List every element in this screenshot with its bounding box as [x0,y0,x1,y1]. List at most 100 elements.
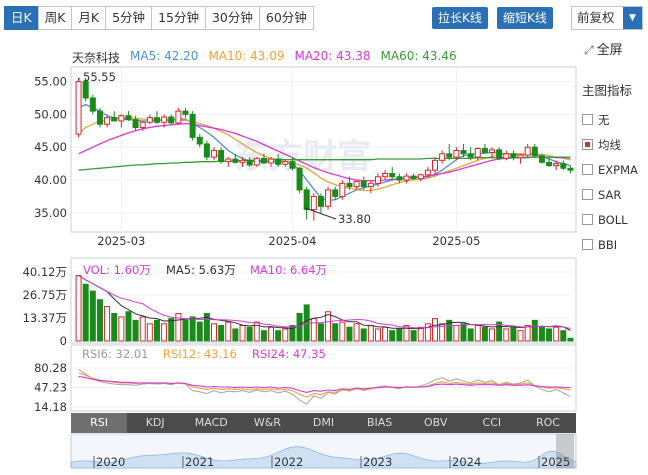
high-annotation: 55.55 [83,70,116,84]
volume-bar [246,326,253,342]
price-tick-label: 55.00 [34,75,67,89]
volume-bar [275,330,282,342]
volume-bar [396,328,403,342]
candle-up [382,172,389,178]
volume-bar [382,326,389,342]
indicator-tab-1[interactable]: KDJ [127,413,183,433]
volume-bar [374,328,381,342]
volume-bar [104,306,111,342]
candle-down [360,180,367,188]
candle-down [246,159,253,166]
volume-bar [260,330,267,342]
indicator-tab-8[interactable]: ROC [520,413,576,433]
indicator-tab-4[interactable]: DMI [295,413,351,433]
candle-down [496,149,503,159]
volume-tick-label: 13.37万 [23,311,67,325]
rsi-tick-label: 14.18 [34,400,67,414]
volume-bar [189,316,196,342]
volume-bar [118,316,125,342]
candle-up [553,163,560,167]
volume-ma-line [78,275,571,329]
candle-up [175,110,182,124]
volume-bar [332,323,339,342]
candle-up [503,153,510,159]
vol-legend: VOL: 1.60万 [83,263,151,277]
watermark: 东方财富 [235,137,371,177]
price-tick-label: 35.00 [34,206,67,220]
candle-down [467,153,474,158]
candle-down [410,175,417,180]
candle-up [211,150,218,158]
rsi-tick-label: 47.23 [34,381,67,395]
volume-bar [510,326,517,342]
candle-down [546,161,553,167]
volume-bar [389,330,396,342]
timeline-year-label: 2021 [185,455,214,469]
indicator-tab-0[interactable]: RSI [71,413,128,433]
candle-up [139,121,146,129]
volume-bar [417,326,424,342]
volume-bar [503,328,510,342]
date-tick-label: 2025-04 [268,234,316,248]
candle-up [118,115,125,122]
volume-bar [153,319,160,342]
indicator-tab-6[interactable]: OBV [408,413,464,433]
volume-bar [268,326,275,342]
volume-tick-label: 26.75万 [23,288,67,302]
candle-down [182,110,189,115]
candle-down [531,146,538,157]
volume-bar [553,326,560,342]
volume-bar [467,328,474,342]
indicator-tab-5[interactable]: BIAS [352,413,408,433]
price-tick-label: 50.00 [34,107,67,121]
indicator-tab-2[interactable]: MACD [183,413,239,433]
volume-bar [310,318,317,342]
volume-bar [489,328,496,342]
volume-bar [125,311,132,342]
volume-bar [367,325,374,342]
candle-down [111,117,118,122]
volume-bar [282,328,289,342]
volume-bar [360,328,367,342]
candle-down [132,119,139,129]
indicator-tabs: RSI KDJ MACD W&R DMI BIAS OBV CCI ROC [71,413,576,433]
volume-tick-label: 0 [60,334,67,348]
stock-chart: 55.00 50.00 45.00 40.00 35.00 2025-03 2025-04 2… [23,66,577,469]
rsi24-legend: RSI24: 47.35 [252,347,326,361]
candle-down [560,163,567,169]
candle-up [310,195,317,211]
candle-up [524,146,531,156]
candle-down [296,167,303,191]
vol-ma5-legend: MA5: 5.63万 [166,263,236,277]
volume-bar [161,323,168,342]
candle-up [225,158,232,163]
indicator-tab-7[interactable]: CCI [464,413,520,433]
candle-up [253,157,260,166]
candle-down [96,110,103,125]
price-tick-label: 45.00 [34,140,67,154]
date-tick-label: 2025-03 [97,234,145,248]
candle-down [389,172,396,178]
volume-bar [481,326,488,342]
volume-bar [218,325,225,342]
candle-down [481,148,488,153]
timeline-year-label: 2020 [96,455,125,469]
timeline-year-label: 2023 [363,455,392,469]
candle-up [353,180,360,188]
volume-bar [339,321,346,342]
volume-bar [132,319,139,342]
volume-bar [139,316,146,342]
candle-up [517,154,524,159]
volume-bar [111,312,118,342]
candle-down [260,157,267,164]
candle-down [396,176,403,181]
candle-up [325,189,332,207]
candle-down [446,153,453,158]
date-tick-label: 2025-05 [432,234,480,248]
volume-bar [196,321,203,342]
candle-up [431,159,438,171]
candle-down [125,115,132,121]
volume-bar [89,290,96,342]
indicator-tab-3[interactable]: W&R [239,413,295,433]
candle-up [282,161,289,165]
